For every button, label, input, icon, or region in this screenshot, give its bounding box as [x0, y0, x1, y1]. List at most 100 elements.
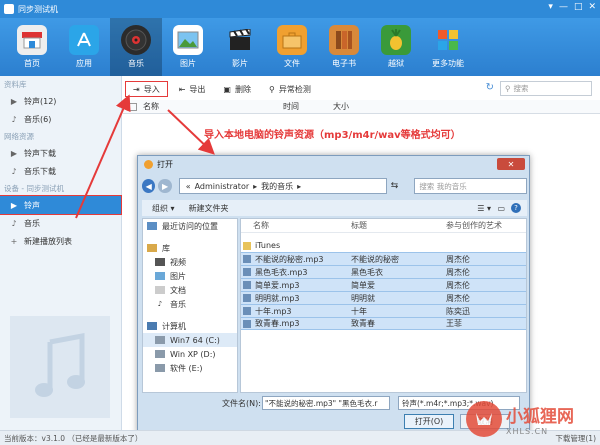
- tool-files[interactable]: 文件: [266, 18, 318, 76]
- dialog-app-icon: [144, 159, 153, 169]
- sidebar-item-music-download[interactable]: ♪ 音乐下载: [0, 162, 121, 180]
- window-title: 同步测试机: [18, 4, 58, 14]
- path-segment[interactable]: Administrator: [195, 182, 250, 191]
- sidebar-item-library-ringtones[interactable]: ▶ 铃声(12): [0, 92, 121, 110]
- audio-file-icon: [243, 294, 251, 302]
- export-icon: ⇤: [178, 84, 186, 94]
- note-icon: ♪: [11, 114, 17, 124]
- tool-home[interactable]: 首页: [6, 18, 58, 76]
- pineapple-icon: [381, 25, 411, 55]
- export-button[interactable]: ⇤ 导出: [172, 81, 213, 97]
- tool-pictures[interactable]: 图片: [162, 18, 214, 76]
- nav-item-recent[interactable]: 最近访问的位置: [143, 219, 237, 233]
- picture-icon: [173, 25, 203, 55]
- sidebar-item-label: 铃声(12): [24, 96, 57, 106]
- search-input[interactable]: ⚲ 搜索: [500, 81, 592, 96]
- drive-icon: [155, 336, 165, 344]
- nav-item-label: 视频: [170, 257, 186, 267]
- back-arrow-icon[interactable]: ◀: [142, 179, 156, 193]
- menu-icon[interactable]: ▾: [548, 2, 553, 12]
- nav-item-music[interactable]: ♪ 音乐: [143, 297, 237, 311]
- refresh-icon[interactable]: ⇆: [391, 181, 399, 191]
- maximize-icon[interactable]: □: [574, 2, 583, 12]
- sidebar-item-library-music[interactable]: ♪ 音乐(6): [0, 110, 121, 128]
- sidebar-item-ringtone-download[interactable]: ▶ 铃声下载: [0, 144, 121, 162]
- column-time[interactable]: 时间: [283, 101, 333, 112]
- open-button[interactable]: 打开(O): [404, 414, 454, 429]
- refresh-icon[interactable]: ↻: [486, 82, 494, 93]
- detect-button[interactable]: ⚲ 异常检测: [262, 81, 318, 97]
- sidebar-item-device-music[interactable]: ♪ 音乐: [0, 214, 121, 232]
- nav-item-drive-c[interactable]: Win7 64 (C:): [143, 333, 237, 347]
- select-all-checkbox[interactable]: [129, 102, 137, 111]
- file-row[interactable]: 明明就.mp3 明明就 周杰伦: [241, 291, 526, 304]
- import-button[interactable]: ⇥ 导入: [125, 81, 168, 97]
- delete-button[interactable]: ▣ 删除: [216, 81, 258, 97]
- file-artist: 周杰伦: [446, 267, 470, 277]
- audio-file-icon: [243, 281, 251, 289]
- column-artist[interactable]: 参与创作的艺术: [446, 220, 526, 231]
- nav-item-documents[interactable]: 文档: [143, 283, 237, 297]
- dialog-close-button[interactable]: ✕: [497, 158, 525, 170]
- file-artist: 陈奕迅: [446, 306, 470, 316]
- library-icon: [147, 244, 157, 252]
- file-title: 十年: [351, 306, 367, 316]
- filename-input[interactable]: "不能说的秘密.mp3" "黑色毛衣.r: [262, 396, 390, 410]
- audio-file-icon: [243, 268, 251, 276]
- music-note-icon: [10, 316, 110, 418]
- file-row[interactable]: 致青春.mp3 致青春 王菲: [241, 317, 526, 330]
- help-icon[interactable]: ?: [511, 203, 521, 213]
- nav-item-library[interactable]: 库: [143, 241, 237, 255]
- nav-item-videos[interactable]: 视频: [143, 255, 237, 269]
- column-title[interactable]: 标题: [351, 220, 446, 231]
- view-options-icon[interactable]: ☰ ▾: [477, 204, 491, 213]
- file-row[interactable]: 简单爱.mp3 简单爱 周杰伦: [241, 278, 526, 291]
- plus-icon: +: [10, 236, 18, 246]
- fox-logo-icon: [466, 401, 502, 437]
- preview-pane-icon[interactable]: ▭: [497, 204, 505, 213]
- tool-music[interactable]: 音乐: [110, 18, 162, 76]
- sidebar-item-new-playlist[interactable]: + 新建播放列表: [0, 232, 121, 250]
- path-segment[interactable]: 我的音乐: [261, 181, 293, 192]
- organize-button[interactable]: 组织 ▾: [152, 203, 175, 214]
- nav-item-pictures[interactable]: 图片: [143, 269, 237, 283]
- tool-label: 首页: [24, 59, 40, 68]
- nav-item-label: 软件 (E:): [170, 363, 203, 373]
- folder-row[interactable]: iTunes: [241, 239, 526, 252]
- content-toolbar: ⇥ 导入 ⇤ 导出 ▣ 删除 ⚲ 异常检测 ↻ ⚲ 搜索: [123, 78, 600, 100]
- nav-item-computer[interactable]: 计算机: [143, 319, 237, 333]
- forward-arrow-icon[interactable]: ▶: [158, 179, 172, 193]
- recent-icon: [147, 222, 157, 230]
- file-row[interactable]: 十年.mp3 十年 陈奕迅: [241, 304, 526, 317]
- tool-more[interactable]: 更多功能: [422, 18, 474, 76]
- minimize-icon[interactable]: —: [559, 2, 568, 12]
- tool-jailbreak[interactable]: 越狱: [370, 18, 422, 76]
- file-row[interactable]: 黑色毛衣.mp3 黑色毛衣 周杰伦: [241, 265, 526, 278]
- detect-icon: ⚲: [268, 84, 275, 94]
- tool-movies[interactable]: 影片: [214, 18, 266, 76]
- close-icon[interactable]: ✕: [588, 2, 596, 12]
- address-bar[interactable]: « Administrator ▸ 我的音乐 ▸: [178, 178, 387, 194]
- nav-item-drive-d[interactable]: Win XP (D:): [143, 347, 237, 361]
- file-title: 不能说的秘密: [351, 254, 399, 264]
- tool-ebooks[interactable]: 电子书: [318, 18, 370, 76]
- file-name: 黑色毛衣.mp3: [255, 267, 308, 277]
- file-artist: 王菲: [446, 319, 462, 328]
- drive-icon: [155, 350, 165, 358]
- column-size[interactable]: 大小: [333, 101, 383, 112]
- dialog-search-input[interactable]: 搜索 我的音乐: [414, 178, 528, 194]
- column-name[interactable]: 名称: [143, 101, 283, 112]
- dialog-address-row: ◀ ▶ « Administrator ▸ 我的音乐 ▸ ⇆ 搜索 我的音乐: [142, 176, 528, 196]
- folder-name: iTunes: [255, 241, 281, 250]
- tool-apps[interactable]: 应用: [58, 18, 110, 76]
- file-row[interactable]: 不能说的秘密.mp3 不能说的秘密 周杰伦: [241, 252, 526, 265]
- nav-item-drive-e[interactable]: 软件 (E:): [143, 361, 237, 375]
- bell-icon: ▶: [10, 200, 18, 210]
- picture-icon: [155, 272, 165, 280]
- new-folder-button[interactable]: 新建文件夹: [189, 203, 229, 214]
- column-name[interactable]: 名称: [241, 220, 351, 231]
- file-artist: 周杰伦: [446, 293, 470, 303]
- sidebar-item-device-ringtones[interactable]: ▶ 铃声: [0, 195, 122, 215]
- nav-item-label: 计算机: [162, 321, 186, 331]
- import-icon: ⇥: [133, 84, 140, 94]
